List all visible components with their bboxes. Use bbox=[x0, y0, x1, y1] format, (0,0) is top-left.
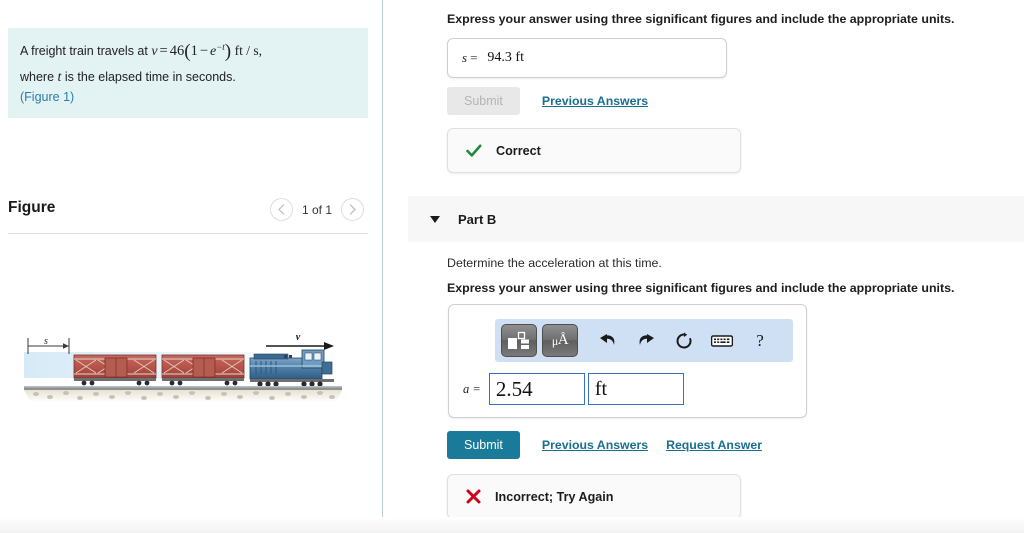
part-b-status-text: Incorrect; Try Again bbox=[495, 489, 614, 504]
math-units: ft / s, bbox=[234, 43, 262, 58]
part-b-unit-input[interactable]: ft bbox=[587, 373, 684, 405]
angstrom-glyph: Å bbox=[557, 332, 569, 348]
paren-close: ) bbox=[70, 89, 75, 104]
math-coefficient: 46 bbox=[169, 43, 185, 59]
units-label: μÅ bbox=[552, 332, 569, 349]
figure-navigation: 1 of 1 bbox=[269, 198, 364, 221]
part-a-status-box: Correct bbox=[447, 128, 741, 173]
figure-reference-link[interactable]: Figure 1 bbox=[24, 90, 70, 104]
figure-reference[interactable]: (Figure 1) bbox=[20, 88, 356, 106]
problem-statement: A freight train travels at v = 46(1− e−t) f… bbox=[8, 28, 368, 118]
part-b-unit-text: ft bbox=[594, 377, 608, 400]
figure-image-train: s v bbox=[22, 328, 362, 416]
chevron-right-icon bbox=[349, 204, 356, 215]
math-equals: = bbox=[159, 43, 168, 59]
redo-button[interactable] bbox=[628, 327, 664, 355]
boxcar-1 bbox=[73, 354, 157, 386]
keyboard-icon bbox=[711, 334, 733, 347]
part-b-answer-label: a = bbox=[463, 382, 481, 397]
part-b-previous-answers-link[interactable]: Previous Answers bbox=[542, 438, 648, 452]
locomotive bbox=[249, 349, 334, 387]
part-b-answer-entry: μÅ ? a = 2.54 ft bbox=[448, 304, 807, 418]
undo-arrow-icon bbox=[600, 333, 615, 345]
distance-measure: s bbox=[27, 336, 70, 354]
cross-icon bbox=[466, 489, 481, 504]
math-exponent: −t bbox=[216, 41, 225, 52]
part-b-title: Part B bbox=[458, 211, 497, 227]
keyboard-button[interactable] bbox=[704, 327, 740, 355]
undo-button[interactable] bbox=[590, 327, 626, 355]
math-var-v: v bbox=[151, 44, 158, 59]
problem-line-2: where t is the elapsed time in seconds. bbox=[20, 68, 356, 88]
part-a-instruction: Express your answer using three signific… bbox=[447, 12, 955, 26]
part-a-status-text: Correct bbox=[496, 143, 541, 158]
right-panel: Express your answer using three signific… bbox=[383, 0, 1024, 533]
part-a-submit-button[interactable]: Submit bbox=[447, 87, 520, 115]
part-a-answer-equals: = bbox=[470, 50, 478, 65]
velocity-arrow: v bbox=[266, 332, 334, 350]
part-a-previous-answers-link[interactable]: Previous Answers bbox=[542, 94, 648, 108]
velocity-label: v bbox=[296, 332, 301, 343]
problem-line-1: A freight train travels at v = 46(1− e−t) f… bbox=[20, 38, 356, 66]
math-template-button[interactable] bbox=[501, 324, 537, 357]
boxcar-2 bbox=[161, 354, 245, 386]
part-b-value-input[interactable]: 2.54 bbox=[488, 373, 585, 405]
part-b-submit-button[interactable]: Submit bbox=[447, 431, 520, 459]
math-template-icon bbox=[508, 331, 529, 349]
part-b-header[interactable]: Part B bbox=[408, 196, 1024, 242]
part-a-button-row: Submit Previous Answers bbox=[447, 87, 648, 115]
part-b-question: Determine the acceleration at this time. bbox=[447, 256, 662, 270]
part-b-instruction: Express your answer using three signific… bbox=[447, 281, 955, 295]
page-bottom-strip bbox=[0, 517, 1024, 533]
figure-next-button[interactable] bbox=[341, 198, 364, 221]
part-b-var: a bbox=[463, 381, 470, 396]
problem-line-2-rest: is the elapsed time in seconds. bbox=[64, 69, 236, 84]
reset-button[interactable] bbox=[666, 327, 702, 355]
chevron-left-icon bbox=[278, 204, 285, 215]
math-var-t: t bbox=[57, 69, 62, 85]
part-a-answer-display: s = 94.3 ft bbox=[447, 38, 727, 78]
part-a-answer-value: 94.3 ft bbox=[487, 50, 524, 65]
distance-label: s bbox=[44, 336, 48, 347]
figure-divider bbox=[8, 233, 368, 234]
problem-text-prefix: A freight train travels at bbox=[20, 44, 148, 58]
caret-down-icon[interactable] bbox=[430, 215, 440, 223]
math-one: 1 bbox=[190, 43, 198, 59]
figure-header: Figure 1 of 1 bbox=[8, 198, 368, 232]
part-b-request-answer-link[interactable]: Request Answer bbox=[666, 438, 762, 452]
math-close-paren: ) bbox=[224, 41, 232, 62]
part-b-value-text: 2.54 bbox=[495, 376, 533, 401]
check-icon bbox=[466, 144, 482, 158]
figure-prev-button[interactable] bbox=[269, 198, 293, 221]
part-a-answer-label: s bbox=[462, 50, 468, 65]
ballast bbox=[24, 390, 342, 402]
part-b-input-row: a = 2.54 ft bbox=[463, 373, 684, 405]
part-b-button-row: Submit Previous Answers Request Answer bbox=[447, 431, 762, 459]
train-diagram-svg: s v bbox=[24, 332, 342, 402]
part-b-status-box: Incorrect; Try Again bbox=[447, 474, 741, 519]
redo-arrow-icon bbox=[639, 333, 654, 345]
question-mark-icon: ? bbox=[756, 330, 764, 350]
assignment-page: A freight train travels at v = 46(1− e−t) f… bbox=[0, 0, 1024, 533]
figure-title: Figure bbox=[8, 199, 56, 216]
math-editor-toolbar: μÅ ? bbox=[495, 319, 793, 362]
help-button[interactable]: ? bbox=[742, 327, 778, 355]
part-b-equals: = bbox=[472, 381, 481, 396]
math-minus: − bbox=[199, 43, 208, 59]
problem-where: where bbox=[20, 69, 55, 84]
left-panel: A freight train travels at v = 46(1− e−t) f… bbox=[0, 0, 382, 533]
reset-circle-icon bbox=[676, 332, 692, 348]
units-button[interactable]: μÅ bbox=[542, 324, 578, 357]
figure-counter: 1 of 1 bbox=[301, 202, 332, 217]
